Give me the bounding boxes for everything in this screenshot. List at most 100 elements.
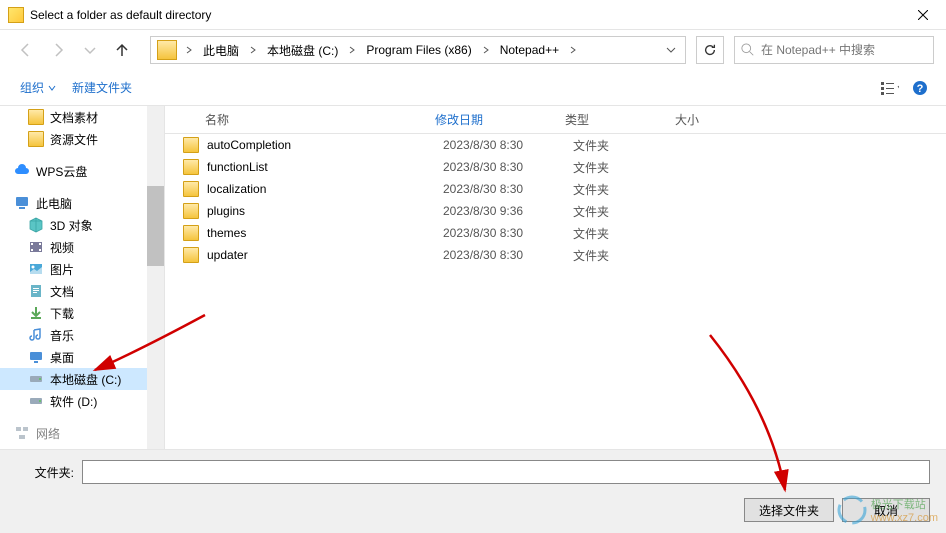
sidebar-item-documents[interactable]: 文档 xyxy=(0,280,147,302)
up-button[interactable] xyxy=(108,36,136,64)
crumb-sep-icon[interactable] xyxy=(478,46,494,54)
file-row[interactable]: themes 2023/8/30 8:30 文件夹 xyxy=(175,222,946,244)
titlebar: Select a folder as default directory xyxy=(0,0,946,30)
file-name: functionList xyxy=(207,160,443,174)
back-button[interactable] xyxy=(12,36,40,64)
folder-icon xyxy=(157,40,177,60)
crumb-thispc[interactable]: 此电脑 xyxy=(197,38,245,62)
recent-button[interactable] xyxy=(76,36,104,64)
file-date: 2023/8/30 8:30 xyxy=(443,248,573,262)
folder-icon xyxy=(183,181,199,197)
back-arrow-icon xyxy=(18,42,34,58)
network-icon xyxy=(14,425,30,441)
sidebar-item-disk-d[interactable]: 软件 (D:) xyxy=(0,390,147,412)
bottom-area: 文件夹: 选择文件夹 取消 xyxy=(0,449,946,533)
sidebar-item-desktop[interactable]: 桌面 xyxy=(0,346,147,368)
search-box[interactable] xyxy=(734,36,934,64)
file-row[interactable]: autoCompletion 2023/8/30 8:30 文件夹 xyxy=(175,134,946,156)
file-date: 2023/8/30 9:36 xyxy=(443,204,573,218)
main-area: 文档素材 资源文件 WPS云盘 此电脑 3D 对象 视频 xyxy=(0,106,946,449)
folder-label: 文件夹: xyxy=(16,464,74,481)
document-icon xyxy=(28,283,44,299)
close-button[interactable] xyxy=(900,0,946,30)
sidebar-wps[interactable]: WPS云盘 xyxy=(0,160,147,182)
file-name: localization xyxy=(207,182,443,196)
sidebar-item-downloads[interactable]: 下载 xyxy=(0,302,147,324)
help-button[interactable]: ? xyxy=(906,74,934,102)
file-row[interactable]: localization 2023/8/30 8:30 文件夹 xyxy=(175,178,946,200)
file-date: 2023/8/30 8:30 xyxy=(443,182,573,196)
sidebar-item-music[interactable]: 音乐 xyxy=(0,324,147,346)
refresh-button[interactable] xyxy=(696,36,724,64)
sidebar-item-disk-c[interactable]: 本地磁盘 (C:) xyxy=(0,368,147,390)
crumb-sep-icon[interactable] xyxy=(565,46,581,54)
select-folder-button[interactable]: 选择文件夹 xyxy=(744,498,834,522)
watermark: 极光下载站 www.xz7.com xyxy=(837,495,938,525)
sidebar-item-3d[interactable]: 3D 对象 xyxy=(0,214,147,236)
watermark-url: www.xz7.com xyxy=(871,512,938,524)
file-date: 2023/8/30 8:30 xyxy=(443,138,573,152)
desktop-icon xyxy=(28,349,44,365)
toolbar: 组织 新建文件夹 ? xyxy=(0,70,946,106)
sidebar-item-resources[interactable]: 资源文件 xyxy=(0,128,147,150)
file-type: 文件夹 xyxy=(573,247,683,264)
crumb-sep-icon[interactable] xyxy=(181,46,197,54)
file-list: autoCompletion 2023/8/30 8:30 文件夹 functi… xyxy=(165,134,946,449)
forward-button[interactable] xyxy=(44,36,72,64)
new-folder-button[interactable]: 新建文件夹 xyxy=(64,75,140,100)
scrollbar-thumb[interactable] xyxy=(147,186,164,266)
file-date: 2023/8/30 8:30 xyxy=(443,226,573,240)
sidebar-item-label: 音乐 xyxy=(50,327,74,344)
column-type[interactable]: 类型 xyxy=(565,111,675,128)
sidebar-item-label: 网络 xyxy=(36,425,60,442)
file-row[interactable]: plugins 2023/8/30 9:36 文件夹 xyxy=(175,200,946,222)
download-icon xyxy=(28,305,44,321)
sidebar-item-label: 此电脑 xyxy=(36,195,72,212)
search-input[interactable] xyxy=(761,43,927,57)
file-date: 2023/8/30 8:30 xyxy=(443,160,573,174)
sidebar-item-docs[interactable]: 文档素材 xyxy=(0,106,147,128)
folder-icon xyxy=(183,225,199,241)
crumb-sep-icon[interactable] xyxy=(344,46,360,54)
crumb-program-files[interactable]: Program Files (x86) xyxy=(360,38,477,62)
sidebar-item-label: 本地磁盘 (C:) xyxy=(50,371,121,388)
crumb-notepadpp[interactable]: Notepad++ xyxy=(494,38,565,62)
file-name: plugins xyxy=(207,204,443,218)
file-type: 文件夹 xyxy=(573,137,683,154)
file-name: autoCompletion xyxy=(207,138,443,152)
close-icon xyxy=(918,10,928,20)
file-type: 文件夹 xyxy=(573,159,683,176)
column-date[interactable]: 修改日期 xyxy=(435,111,565,128)
column-name[interactable]: 名称 xyxy=(205,111,435,128)
search-icon xyxy=(741,43,755,57)
organize-button[interactable]: 组织 xyxy=(12,75,64,100)
sidebar-network[interactable]: 网络 xyxy=(0,422,147,444)
view-button[interactable] xyxy=(874,74,902,102)
sidebar-item-label: WPS云盘 xyxy=(36,163,87,180)
help-icon: ? xyxy=(912,80,928,96)
disk-icon xyxy=(28,393,44,409)
file-row[interactable]: functionList 2023/8/30 8:30 文件夹 xyxy=(175,156,946,178)
breadcrumb[interactable]: 此电脑 本地磁盘 (C:) Program Files (x86) Notepa… xyxy=(150,36,686,64)
cloud-icon xyxy=(14,163,30,179)
chevron-down-icon xyxy=(666,45,676,55)
crumb-sep-icon[interactable] xyxy=(245,46,261,54)
folder-icon xyxy=(183,159,199,175)
sidebar-thispc[interactable]: 此电脑 xyxy=(0,192,147,214)
breadcrumb-dropdown[interactable] xyxy=(659,38,683,62)
sidebar-scrollbar[interactable] xyxy=(147,106,164,449)
music-icon xyxy=(28,327,44,343)
chevron-down-icon xyxy=(48,84,56,92)
file-row[interactable]: updater 2023/8/30 8:30 文件夹 xyxy=(175,244,946,266)
folder-input[interactable] xyxy=(82,460,930,484)
sidebar-item-videos[interactable]: 视频 xyxy=(0,236,147,258)
watermark-text: 极光下载站 xyxy=(871,496,938,512)
new-folder-label: 新建文件夹 xyxy=(72,79,132,96)
sidebar-item-pictures[interactable]: 图片 xyxy=(0,258,147,280)
crumb-disk-c[interactable]: 本地磁盘 (C:) xyxy=(261,38,344,62)
sidebar-item-label: 资源文件 xyxy=(50,131,98,148)
folder-icon xyxy=(28,109,44,125)
column-size[interactable]: 大小 xyxy=(675,111,755,128)
folder-icon xyxy=(28,131,44,147)
disk-icon xyxy=(28,371,44,387)
